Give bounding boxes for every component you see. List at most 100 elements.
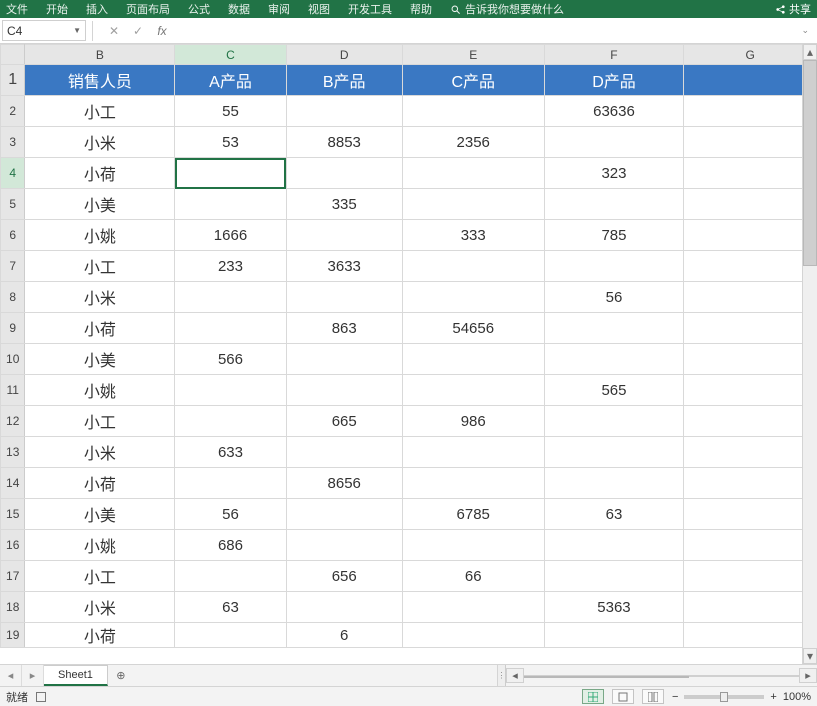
cell-G2[interactable] [684, 96, 817, 127]
cell-E10[interactable] [402, 344, 544, 375]
cell-G1[interactable] [684, 65, 817, 96]
cell-G8[interactable] [684, 282, 817, 313]
name-box[interactable]: C4 ▼ [2, 20, 86, 41]
zoom-slider[interactable] [684, 695, 764, 699]
cell-G17[interactable] [684, 561, 817, 592]
sheet-tab[interactable]: Sheet1 [44, 665, 108, 686]
cell-C17[interactable] [175, 561, 286, 592]
row-header-18[interactable]: 18 [1, 592, 25, 623]
cell-B8[interactable]: 小米 [25, 282, 175, 313]
row-header-6[interactable]: 6 [1, 220, 25, 251]
ribbon-tab-help[interactable]: 帮助 [410, 1, 432, 17]
cell-G18[interactable] [684, 592, 817, 623]
row-header-19[interactable]: 19 [1, 623, 25, 648]
row-header-2[interactable]: 2 [1, 96, 25, 127]
cancel-formula-button[interactable]: ✕ [107, 24, 121, 38]
cell-D13[interactable] [286, 437, 402, 468]
chevron-down-icon[interactable]: ▼ [73, 26, 81, 35]
hscroll-track[interactable] [524, 675, 799, 677]
cell-D6[interactable] [286, 220, 402, 251]
cell-D2[interactable] [286, 96, 402, 127]
cell-B5[interactable]: 小美 [25, 189, 175, 220]
cell-B6[interactable]: 小姚 [25, 220, 175, 251]
cell-F14[interactable] [544, 468, 684, 499]
cell-D8[interactable] [286, 282, 402, 313]
cell-E6[interactable]: 333 [402, 220, 544, 251]
cell-C18[interactable]: 63 [175, 592, 286, 623]
cell-C12[interactable] [175, 406, 286, 437]
ribbon-tab-layout[interactable]: 页面布局 [126, 1, 170, 17]
tab-scroll-split-handle[interactable]: ⋮ [498, 665, 506, 686]
cell-B2[interactable]: 小工 [25, 96, 175, 127]
hscroll-right-button[interactable]: ▸ [799, 668, 817, 683]
cell-C13[interactable]: 633 [175, 437, 286, 468]
column-header-C[interactable]: C [175, 45, 286, 65]
cell-E11[interactable] [402, 375, 544, 406]
row-header-12[interactable]: 12 [1, 406, 25, 437]
horizontal-scrollbar[interactable]: ⋮ ◂ ▸ [497, 665, 817, 686]
cell-D19[interactable]: 6 [286, 623, 402, 648]
view-normal-button[interactable] [582, 689, 604, 704]
zoom-slider-knob[interactable] [720, 692, 728, 702]
sheet-nav-first[interactable]: ◂ [0, 665, 22, 686]
scroll-up-button[interactable]: ▴ [803, 44, 817, 60]
cell-F5[interactable] [544, 189, 684, 220]
cell-F16[interactable] [544, 530, 684, 561]
cell-B9[interactable]: 小荷 [25, 313, 175, 344]
cell-D1[interactable]: B产品 [286, 65, 402, 96]
cell-G14[interactable] [684, 468, 817, 499]
cell-C4[interactable] [175, 158, 286, 189]
column-header-E[interactable]: E [402, 45, 544, 65]
cell-E14[interactable] [402, 468, 544, 499]
expand-formula-bar-button[interactable]: ⌄ [797, 25, 813, 36]
cell-C3[interactable]: 53 [175, 127, 286, 158]
cell-C15[interactable]: 56 [175, 499, 286, 530]
cell-C6[interactable]: 1666 [175, 220, 286, 251]
row-header-9[interactable]: 9 [1, 313, 25, 344]
formula-input[interactable] [177, 21, 797, 41]
cell-G5[interactable] [684, 189, 817, 220]
row-header-17[interactable]: 17 [1, 561, 25, 592]
row-header-4[interactable]: 4 [1, 158, 25, 189]
cell-F6[interactable]: 785 [544, 220, 684, 251]
cell-G11[interactable] [684, 375, 817, 406]
cell-G3[interactable] [684, 127, 817, 158]
cell-D10[interactable] [286, 344, 402, 375]
zoom-out-button[interactable]: − [672, 691, 678, 703]
hscroll-left-button[interactable]: ◂ [506, 668, 524, 683]
cell-D14[interactable]: 8656 [286, 468, 402, 499]
cell-C16[interactable]: 686 [175, 530, 286, 561]
cell-E4[interactable] [402, 158, 544, 189]
cell-D9[interactable]: 863 [286, 313, 402, 344]
cell-E19[interactable] [402, 623, 544, 648]
cell-F19[interactable] [544, 623, 684, 648]
cell-F18[interactable]: 5363 [544, 592, 684, 623]
cell-C11[interactable] [175, 375, 286, 406]
cell-B19[interactable]: 小荷 [25, 623, 175, 648]
row-header-7[interactable]: 7 [1, 251, 25, 282]
cell-E15[interactable]: 6785 [402, 499, 544, 530]
cell-B17[interactable]: 小工 [25, 561, 175, 592]
cell-E1[interactable]: C产品 [402, 65, 544, 96]
macro-record-icon[interactable] [36, 692, 46, 702]
row-header-8[interactable]: 8 [1, 282, 25, 313]
cell-F12[interactable] [544, 406, 684, 437]
cell-D3[interactable]: 8853 [286, 127, 402, 158]
vertical-scrollbar[interactable]: ▴ ▾ [802, 44, 817, 664]
ribbon-tab-view[interactable]: 视图 [308, 1, 330, 17]
cell-G10[interactable] [684, 344, 817, 375]
cell-E13[interactable] [402, 437, 544, 468]
share-button[interactable]: 共享 [775, 1, 811, 17]
accept-formula-button[interactable]: ✓ [131, 24, 145, 38]
cell-E8[interactable] [402, 282, 544, 313]
cell-B14[interactable]: 小荷 [25, 468, 175, 499]
cell-F3[interactable] [544, 127, 684, 158]
view-page-layout-button[interactable] [612, 689, 634, 704]
cell-F13[interactable] [544, 437, 684, 468]
cell-G16[interactable] [684, 530, 817, 561]
cell-F9[interactable] [544, 313, 684, 344]
ribbon-tab-formulas[interactable]: 公式 [188, 1, 210, 17]
cell-C19[interactable] [175, 623, 286, 648]
add-sheet-button[interactable]: ⊕ [108, 665, 134, 686]
cell-G12[interactable] [684, 406, 817, 437]
